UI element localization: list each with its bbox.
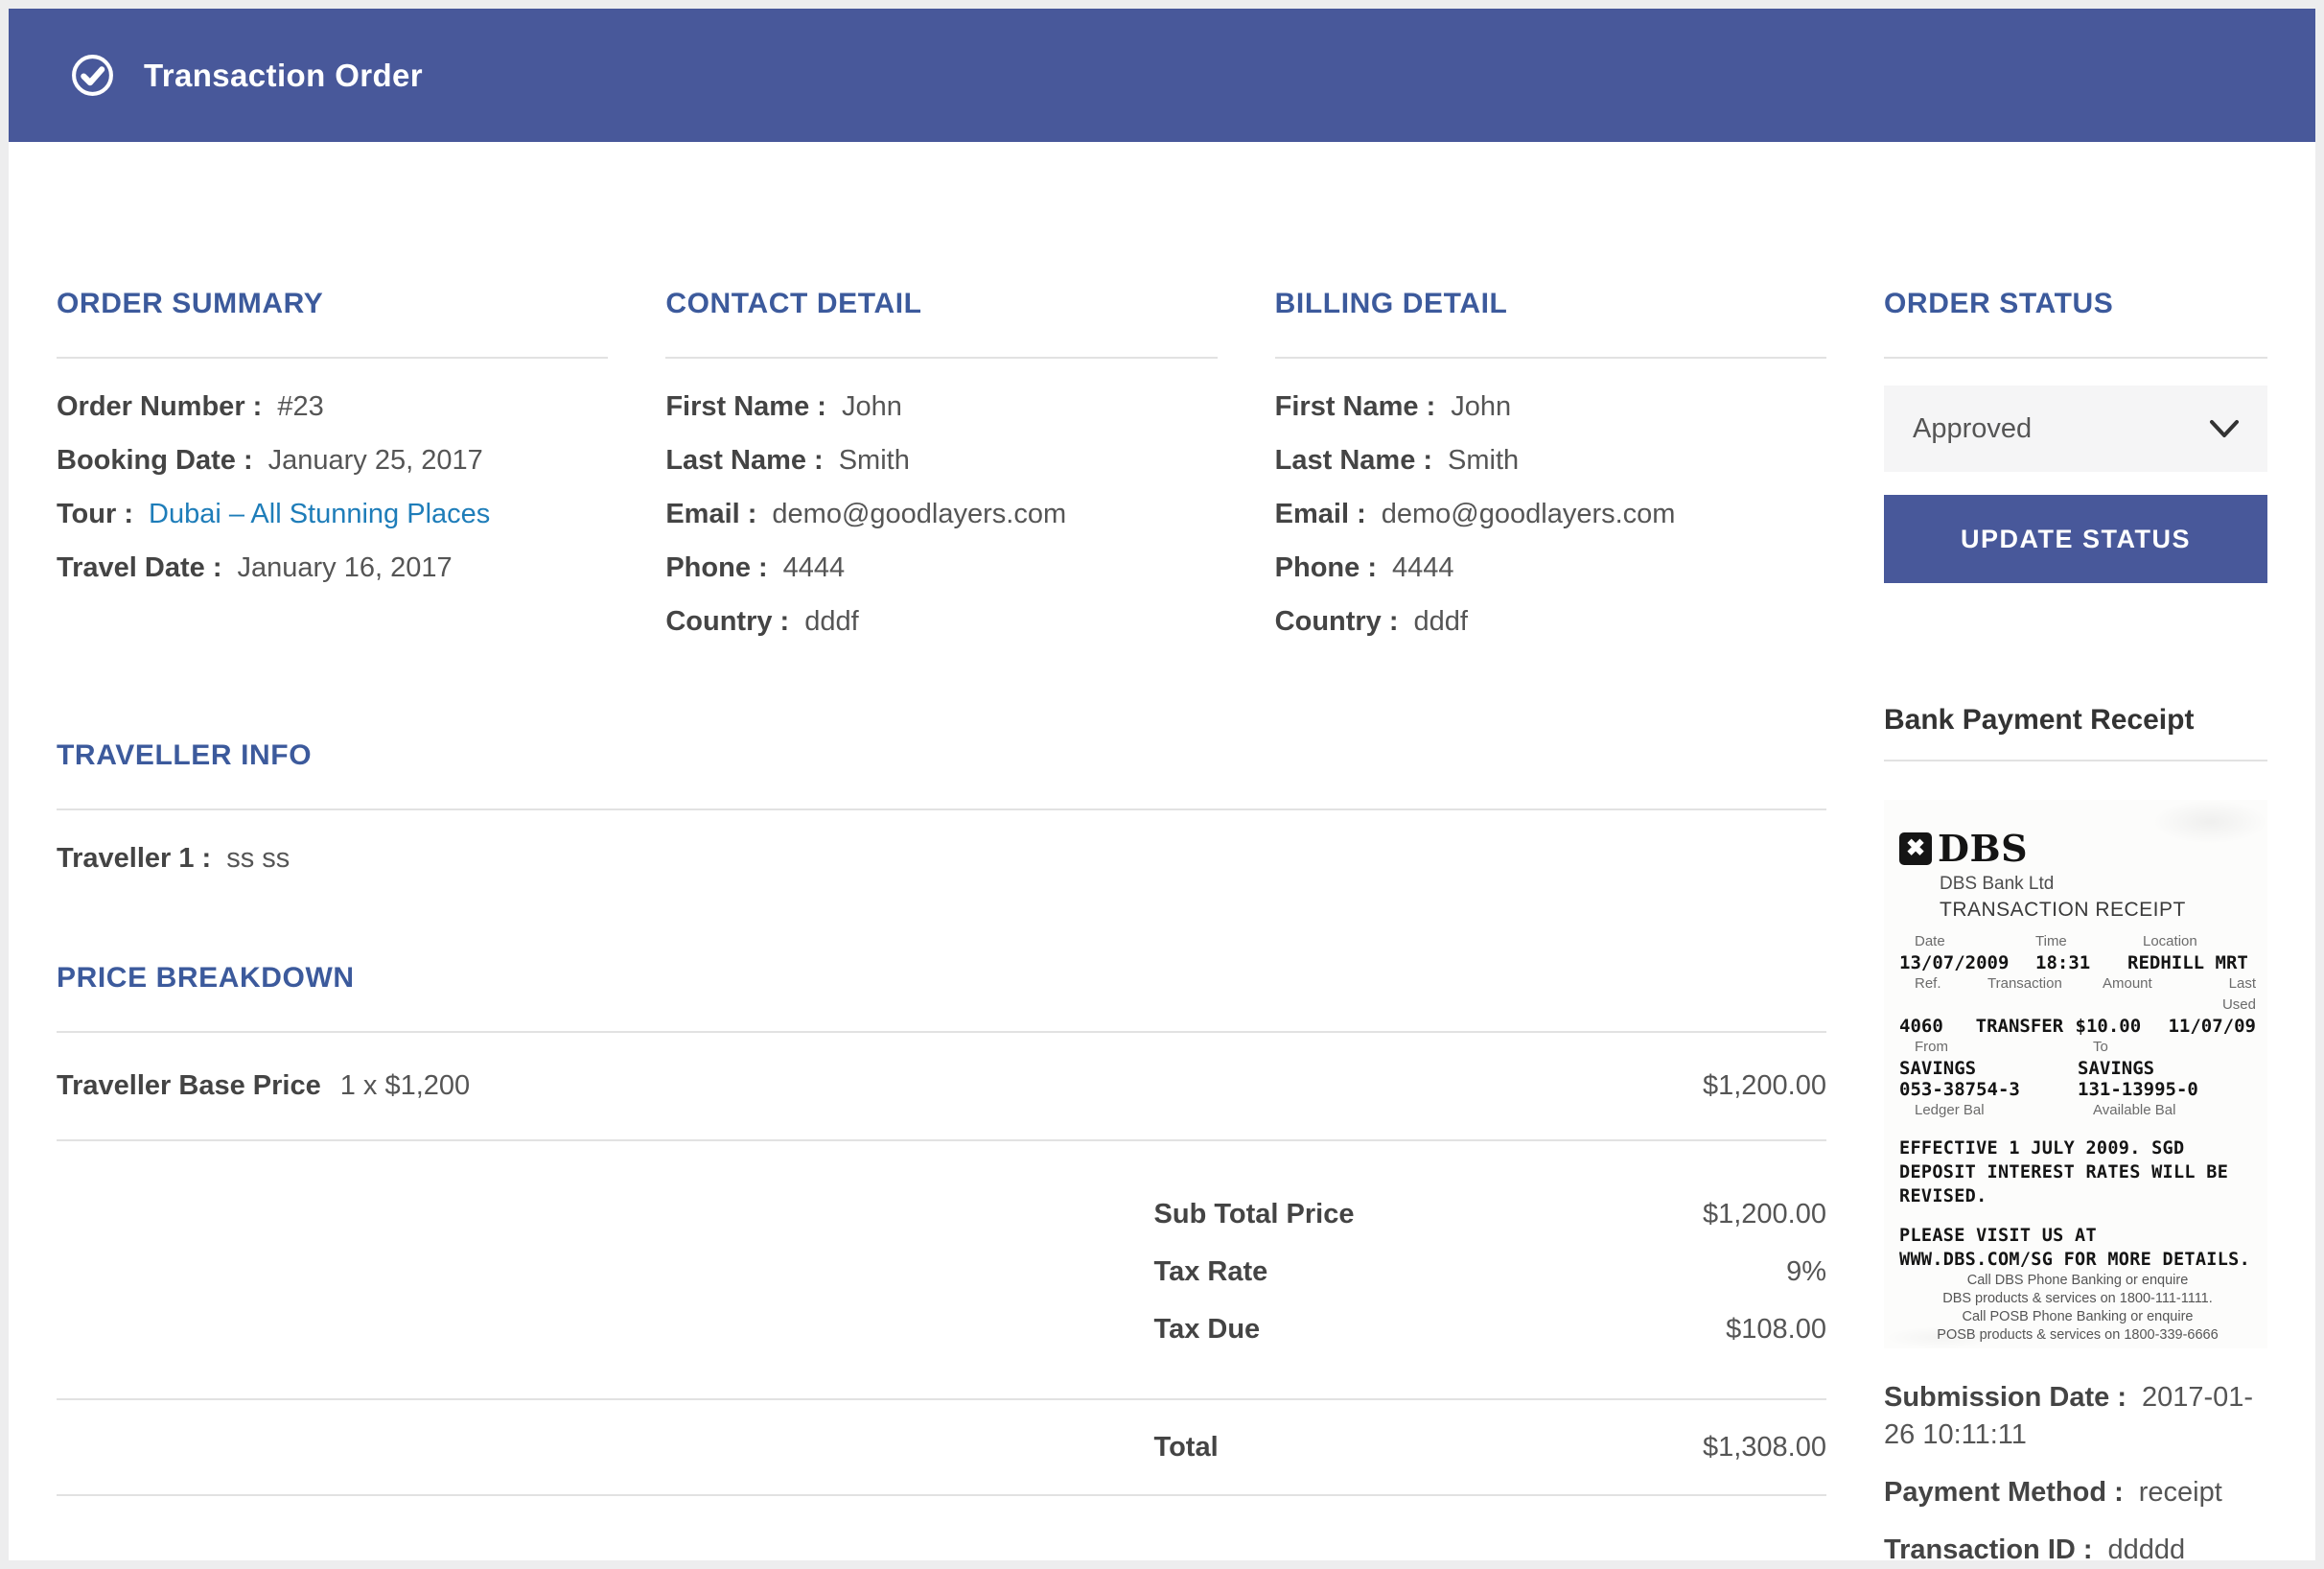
check-circle-icon [70, 53, 115, 98]
contact-first-name-row: First Name :John [665, 380, 1217, 433]
receipt-row-values: 4060 TRANSFER $10.00 11/07/09 [1899, 1016, 2256, 1037]
receipt-notice: PLEASE VISIT US AT WWW.DBS.COM/SG FOR MO… [1899, 1224, 2256, 1272]
receipt-row-headers: Ledger Bal Available Bal [1899, 1100, 2256, 1121]
divider [1275, 357, 1826, 359]
dbs-logo-icon: ✖ [1899, 832, 1932, 865]
dbs-logo: ✖ DBS [1899, 827, 2256, 870]
contact-last-name-row: Last Name :Smith [665, 433, 1217, 487]
receipt-row-values: 13/07/2009 18:31 REDHILL MRT [1899, 952, 2256, 973]
contact-detail-section: CONTACT DETAIL First Name :John Last Nam… [665, 288, 1217, 648]
contact-country-row: Country :dddf [665, 595, 1217, 648]
payment-meta-block: Submission Date :2017-01-26 10:11:11 Pay… [1884, 1379, 2267, 1560]
order-status-selected-value: Approved [1913, 413, 2032, 445]
billing-detail-heading: BILLING DETAIL [1275, 288, 1826, 320]
price-item-row: Traveller Base Price1 x $1,200 $1,200.00 [57, 1033, 1826, 1139]
order-number-row: Order Number :#23 [57, 380, 608, 433]
billing-email-row: Email :demo@goodlayers.com [1275, 487, 1826, 541]
transaction-id-row: Transaction ID :ddddd [1884, 1532, 2267, 1560]
divider [57, 357, 608, 359]
receipt-row-headers: From To [1899, 1037, 2256, 1058]
contact-email-row: Email :demo@goodlayers.com [665, 487, 1217, 541]
billing-first-name-row: First Name :John [1275, 380, 1826, 433]
bank-receipt-heading: Bank Payment Receipt [1884, 704, 2267, 737]
receipt-row-headers: Ref. Transaction Amount Last Used [1899, 973, 2256, 1016]
receipt-footer: Call DBS Phone Banking or enquire DBS pr… [1899, 1272, 2256, 1345]
page-title: Transaction Order [144, 58, 423, 94]
traveller-info-section: TRAVELLER INFO Traveller 1 :ss ss [57, 739, 1826, 885]
order-status-section: ORDER STATUS Approved UPDATE STATUS [1884, 288, 2267, 583]
tour-row: Tour :Dubai – All Stunning Places [57, 487, 608, 541]
travel-date-row: Travel Date :January 16, 2017 [57, 541, 608, 595]
contact-detail-heading: CONTACT DETAIL [665, 288, 1217, 320]
transaction-order-page: Transaction Order ORDER SUMMARY Order Nu… [9, 9, 2315, 1560]
chevron-down-icon [2208, 418, 2241, 439]
divider [1884, 357, 2267, 359]
receipt-notice: EFFECTIVE 1 JULY 2009. SGD DEPOSIT INTER… [1899, 1136, 2256, 1208]
order-status-select[interactable]: Approved [1884, 386, 2267, 472]
booking-date-row: Booking Date :January 25, 2017 [57, 433, 608, 487]
payment-method-row: Payment Method :receipt [1884, 1474, 2267, 1511]
subtotal-row: Sub Total Price $1,200.00 [57, 1185, 1826, 1243]
tour-link[interactable]: Dubai – All Stunning Places [149, 499, 490, 529]
page-header: Transaction Order [9, 9, 2315, 142]
billing-phone-row: Phone :4444 [1275, 541, 1826, 595]
divider [57, 808, 1826, 810]
receipt-bank-name: DBS Bank Ltd [1940, 874, 2256, 895]
divider [665, 357, 1217, 359]
receipt-image[interactable]: ✖ DBS DBS Bank Ltd TRANSACTION RECEIPT D… [1884, 800, 2267, 1348]
receipt-row-values: SAVINGS SAVINGS [1899, 1058, 2256, 1079]
price-breakdown-section: PRICE BREAKDOWN Traveller Base Price1 x … [57, 962, 1826, 1496]
tax-due-row: Tax Due $108.00 [57, 1300, 1826, 1358]
contact-phone-row: Phone :4444 [665, 541, 1217, 595]
submission-date-row: Submission Date :2017-01-26 10:11:11 [1884, 1379, 2267, 1454]
total-row: Total $1,308.00 [57, 1400, 1826, 1494]
order-status-heading: ORDER STATUS [1884, 288, 2267, 320]
divider [1884, 760, 2267, 761]
traveller-info-heading: TRAVELLER INFO [57, 739, 1826, 772]
price-breakdown-heading: PRICE BREAKDOWN [57, 962, 1826, 995]
update-status-button[interactable]: UPDATE STATUS [1884, 495, 2267, 583]
billing-last-name-row: Last Name :Smith [1275, 433, 1826, 487]
price-summary-block: Sub Total Price $1,200.00 Tax Rate 9% Ta… [57, 1141, 1826, 1398]
bank-payment-receipt-section: Bank Payment Receipt ✖ DBS DBS Bank Ltd … [1884, 704, 2267, 1560]
receipt-title: TRANSACTION RECEIPT [1940, 899, 2256, 922]
billing-country-row: Country :dddf [1275, 595, 1826, 648]
receipt-row-headers: Date Time Location [1899, 931, 2256, 952]
order-summary-heading: ORDER SUMMARY [57, 288, 608, 320]
price-item-amount: $1,200.00 [1703, 1070, 1826, 1102]
billing-detail-section: BILLING DETAIL First Name :John Last Nam… [1275, 288, 1826, 648]
tax-rate-row: Tax Rate 9% [57, 1243, 1826, 1300]
divider [57, 1494, 1826, 1496]
traveller-row: Traveller 1 :ss ss [57, 831, 1826, 885]
order-summary-section: ORDER SUMMARY Order Number :#23 Booking … [57, 288, 608, 648]
receipt-row-values: 053-38754-3 131-13995-0 [1899, 1079, 2256, 1100]
